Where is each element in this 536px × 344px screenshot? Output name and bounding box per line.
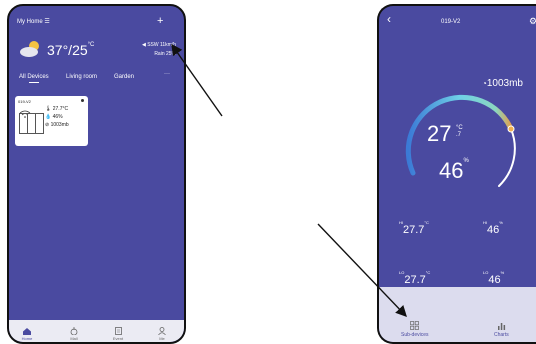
annotation-arrows <box>171 43 407 318</box>
arrow-to-sub-devices <box>317 223 407 318</box>
arrow-to-add-button <box>171 43 223 117</box>
